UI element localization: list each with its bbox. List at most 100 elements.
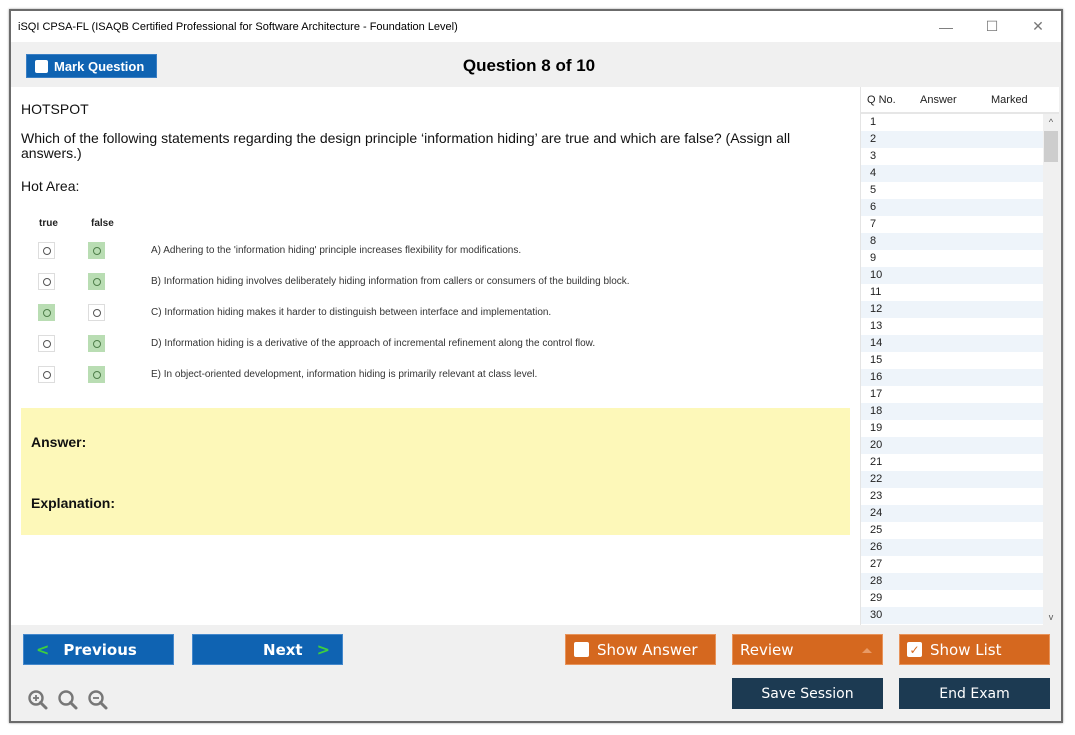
question-number: 21 — [870, 456, 883, 468]
zoom-reset-icon[interactable] — [57, 689, 79, 711]
question-list-row[interactable]: 5 — [861, 182, 1044, 199]
question-list-scrollbar[interactable]: ^ v — [1043, 114, 1059, 625]
question-number: 10 — [870, 269, 883, 281]
radio-false[interactable] — [88, 304, 105, 321]
radio-circle-icon — [42, 277, 51, 286]
question-list-row[interactable]: 6 — [861, 199, 1044, 216]
show-list-checkbox-checked-icon: ✓ — [907, 642, 922, 657]
radio-false[interactable] — [88, 242, 105, 259]
question-list-body: 1 2 3 4 5 6 7 8 9 10 11 12 13 14 15 16 17 18 19 20 21 22 23 24 2… — [861, 114, 1044, 625]
radio-false[interactable] — [88, 335, 105, 352]
question-number: 23 — [870, 490, 883, 502]
question-list-row[interactable]: 21 — [861, 454, 1044, 471]
question-list-row[interactable]: 9 — [861, 250, 1044, 267]
question-list-row[interactable]: 1 — [861, 114, 1044, 131]
statement-text: B) Information hiding involves deliberat… — [151, 276, 630, 287]
radio-true[interactable] — [38, 273, 55, 290]
radio-circle-icon — [42, 246, 51, 255]
question-list-row[interactable]: 15 — [861, 352, 1044, 369]
show-answer-checkbox-icon — [574, 642, 589, 657]
previous-button[interactable]: < Previous — [23, 634, 174, 665]
question-list-row[interactable]: 28 — [861, 573, 1044, 590]
column-header-false: false — [91, 218, 114, 229]
column-header-true: true — [39, 218, 58, 229]
minimize-button[interactable]: — — [923, 11, 969, 42]
question-list: Q No. Answer Marked 1 2 3 4 5 6 7 8 9 10 11 12 13 14 1… — [860, 87, 1059, 625]
question-list-row[interactable]: 30 — [861, 607, 1044, 624]
statement-row: A) Adhering to the 'information hiding' … — [11, 242, 831, 262]
question-list-row[interactable]: 19 — [861, 420, 1044, 437]
show-answer-label: Show Answer — [597, 640, 698, 659]
question-list-row[interactable]: 3 — [861, 148, 1044, 165]
question-list-row[interactable]: 18 — [861, 403, 1044, 420]
question-list-row[interactable]: 20 — [861, 437, 1044, 454]
question-list-row[interactable]: 10 — [861, 267, 1044, 284]
header-marked: Marked — [991, 93, 1028, 106]
question-list-row[interactable]: 29 — [861, 590, 1044, 607]
scroll-thumb[interactable] — [1044, 131, 1058, 162]
radio-circle-icon — [92, 339, 101, 348]
statement-text: D) Information hiding is a derivative of… — [151, 338, 596, 349]
maximize-icon: ☐ — [985, 18, 999, 34]
radio-true[interactable] — [38, 242, 55, 259]
question-number: 14 — [870, 337, 883, 349]
question-list-row[interactable]: 17 — [861, 386, 1044, 403]
radio-false[interactable] — [88, 366, 105, 383]
top-bar: Mark Question Question 8 of 10 — [11, 42, 1061, 87]
scroll-down-icon[interactable]: v — [1043, 609, 1059, 625]
question-list-row[interactable]: 8 — [861, 233, 1044, 250]
question-list-row[interactable]: 11 — [861, 284, 1044, 301]
exam-window: iSQI CPSA-FL (ISAQB Certified Profession… — [9, 9, 1063, 723]
question-list-row[interactable]: 13 — [861, 318, 1044, 335]
end-exam-button[interactable]: End Exam — [899, 678, 1050, 709]
question-number: 5 — [870, 184, 877, 196]
zoom-out-icon[interactable] — [87, 689, 109, 711]
question-list-row[interactable]: 22 — [861, 471, 1044, 488]
radio-true[interactable] — [38, 366, 55, 383]
question-number: 25 — [870, 524, 883, 536]
question-number: 11 — [870, 286, 882, 298]
answer-panel: Answer: Explanation: — [21, 408, 850, 535]
radio-true[interactable] — [38, 304, 55, 321]
chevron-left-icon: < — [36, 640, 50, 659]
close-icon: ✕ — [1032, 18, 1044, 34]
question-list-row[interactable]: 24 — [861, 505, 1044, 522]
question-number: 2 — [870, 133, 877, 145]
question-list-row[interactable]: 26 — [861, 539, 1044, 556]
question-number: 16 — [870, 371, 883, 383]
question-list-row[interactable]: 23 — [861, 488, 1044, 505]
show-list-toggle[interactable]: ✓ Show List — [899, 634, 1050, 665]
radio-circle-icon — [92, 370, 101, 379]
save-session-button[interactable]: Save Session — [732, 678, 883, 709]
question-text: Which of the following statements regard… — [21, 130, 791, 161]
question-list-row[interactable]: 2 — [861, 131, 1044, 148]
question-number: 24 — [870, 507, 883, 519]
scroll-up-icon[interactable]: ^ — [1043, 114, 1059, 130]
radio-circle-icon — [42, 308, 51, 317]
question-list-row[interactable]: 14 — [861, 335, 1044, 352]
question-list-row[interactable]: 12 — [861, 301, 1044, 318]
close-button[interactable]: ✕ — [1015, 11, 1061, 42]
radio-false[interactable] — [88, 273, 105, 290]
question-list-row[interactable]: 27 — [861, 556, 1044, 573]
maximize-button[interactable]: ☐ — [969, 11, 1015, 42]
next-label: Next — [263, 640, 303, 659]
show-answer-toggle[interactable]: Show Answer — [565, 634, 716, 665]
question-number: 17 — [870, 388, 883, 400]
review-label: Review — [740, 640, 794, 659]
zoom-in-icon[interactable] — [27, 689, 49, 711]
question-number: 18 — [870, 405, 883, 417]
question-number: 30 — [870, 609, 883, 621]
question-number: 26 — [870, 541, 883, 553]
question-number: 13 — [870, 320, 883, 332]
question-list-row[interactable]: 16 — [861, 369, 1044, 386]
review-dropdown[interactable]: Review — [732, 634, 883, 665]
question-list-row[interactable]: 25 — [861, 522, 1044, 539]
question-list-row[interactable]: 4 — [861, 165, 1044, 182]
question-number: 12 — [870, 303, 883, 315]
radio-true[interactable] — [38, 335, 55, 352]
statement-row: D) Information hiding is a derivative of… — [11, 335, 831, 355]
next-button[interactable]: Next > — [192, 634, 343, 665]
question-list-row[interactable]: 7 — [861, 216, 1044, 233]
radio-circle-icon — [92, 308, 101, 317]
